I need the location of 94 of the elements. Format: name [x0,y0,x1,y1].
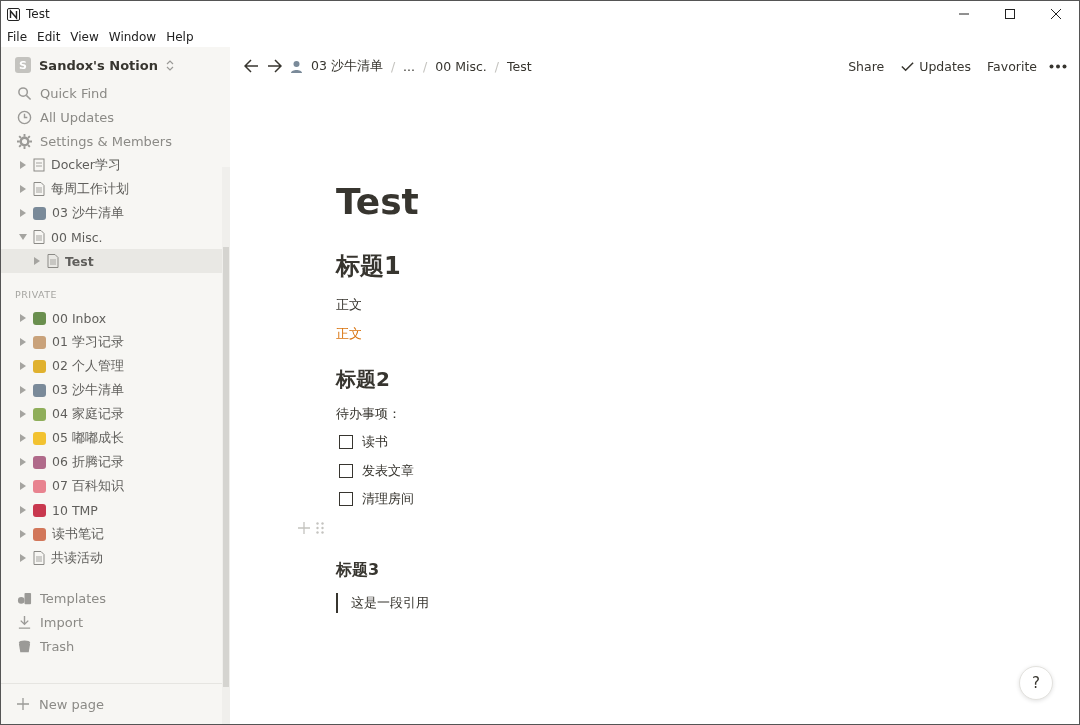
caret-right-icon[interactable] [19,410,27,418]
settings-icon [17,133,32,149]
sidebar-page[interactable]: 03 沙牛清单 [1,201,222,225]
topbar-button[interactable]: Favorite [983,58,1041,74]
todo-text: 读书 [362,433,388,452]
todo-text: 发表文章 [362,461,414,480]
caret-right-icon[interactable] [19,554,27,562]
sidebar-page[interactable]: 共读活动 [1,546,222,570]
page-icon [33,158,45,172]
sidebar-page[interactable]: 读书笔记 [1,522,222,546]
workspace-icon: S [15,57,31,73]
breadcrumb[interactable]: Test [506,58,532,74]
sidebar-action[interactable]: Templates [1,586,222,610]
menu-item[interactable]: View [70,30,99,44]
paragraph: 待办事项： [336,404,402,423]
checkbox[interactable] [339,435,353,450]
sidebar-page[interactable]: 05 嘟嘟成长 [1,426,222,450]
back-arrow-icon[interactable] [244,59,259,73]
page-icon [47,254,59,268]
window-title: Test [26,7,50,21]
page-icon [33,230,45,244]
topbar-button[interactable]: Share [844,58,889,74]
menu-item[interactable]: File [7,30,28,44]
caret-right-icon[interactable] [19,434,27,442]
section-label: PRIVATE [14,288,59,302]
caret-right-icon[interactable] [33,257,41,265]
breadcrumb-separator: / [494,58,499,74]
chevron-up-down-icon [165,59,174,71]
sidebar-page[interactable]: Docker学习 [1,153,222,177]
heading: 标题3 [336,559,381,581]
more-icon[interactable] [1049,63,1067,69]
person-icon [290,59,303,73]
page-title: Test [336,181,420,222]
sidebar-page[interactable]: 07 百科知识 [1,474,222,498]
heading: 标题2 [336,366,391,393]
breadcrumb-separator: / [423,58,428,74]
sidebar-action[interactable]: Quick Find [1,81,230,105]
help-button[interactable]: ? [1019,666,1053,700]
sidebar-page[interactable]: Test [1,249,222,273]
drag-handle-icon[interactable] [316,521,324,534]
scrollbar[interactable] [222,167,230,724]
shapes-icon [17,590,32,606]
caret-right-icon[interactable] [19,161,27,169]
caret-right-icon[interactable] [19,362,27,370]
close-icon[interactable] [1051,9,1061,19]
sidebar-page[interactable]: 01 学习记录 [1,330,222,354]
caret-right-icon[interactable] [19,386,27,394]
app-logo-icon [7,7,20,21]
workspace-switcher[interactable]: S Sandox's Notion [1,47,230,81]
sidebar-page[interactable]: 02 个人管理 [1,354,222,378]
topbar-button[interactable]: Updates [896,58,976,74]
paragraph: 正文 [336,324,363,343]
menu-item[interactable]: Window [108,30,157,44]
page-icon [33,182,45,196]
breadcrumb[interactable]: ... [403,58,416,74]
checkbox[interactable] [339,492,353,507]
plus-icon[interactable] [298,521,310,534]
todo-text: 清理房间 [362,490,414,509]
sidebar-action[interactable]: Import [1,610,222,634]
checkbox[interactable] [339,463,353,478]
forward-arrow-icon[interactable] [267,59,282,73]
sidebar-page[interactable]: 04 家庭记录 [1,402,222,426]
trash-icon [17,638,32,654]
plus-icon [17,698,29,710]
quote: 这是一段引用 [336,592,1079,613]
sidebar-page[interactable]: 00 Inbox [1,306,222,330]
download-icon [17,614,32,630]
sidebar-page[interactable]: 03 沙牛清单 [1,378,222,402]
caret-right-icon[interactable] [19,506,27,514]
menu-item[interactable]: Edit [37,30,61,44]
paragraph: 正文 [336,295,363,314]
sidebar-page[interactable]: 10 TMP [1,498,222,522]
caret-right-icon[interactable] [19,185,27,193]
maximize-icon[interactable] [1005,9,1015,19]
sidebar-page[interactable]: 06 折腾记录 [1,450,222,474]
caret-right-icon[interactable] [19,458,27,466]
caret-down-icon[interactable] [19,233,27,241]
sidebar-page[interactable]: 每周工作计划 [1,177,222,201]
breadcrumb-separator: / [390,58,396,74]
caret-right-icon[interactable] [19,338,27,346]
caret-right-icon[interactable] [19,482,27,490]
sidebar-action[interactable]: All Updates [1,105,230,129]
clock-icon [17,109,32,125]
page-icon [33,551,45,565]
menu-item[interactable]: Help [166,30,194,44]
caret-right-icon[interactable] [19,209,27,217]
breadcrumb[interactable]: 00 Misc. [435,58,487,74]
sidebar-page[interactable]: 00 Misc. [1,225,222,249]
heading: 标题1 [336,251,402,282]
caret-right-icon[interactable] [19,314,27,322]
caret-right-icon[interactable] [19,530,27,538]
search-icon [17,85,32,101]
breadcrumb[interactable]: 03 沙牛清单 [311,57,383,75]
sidebar-action[interactable]: Settings & Members [1,129,230,153]
